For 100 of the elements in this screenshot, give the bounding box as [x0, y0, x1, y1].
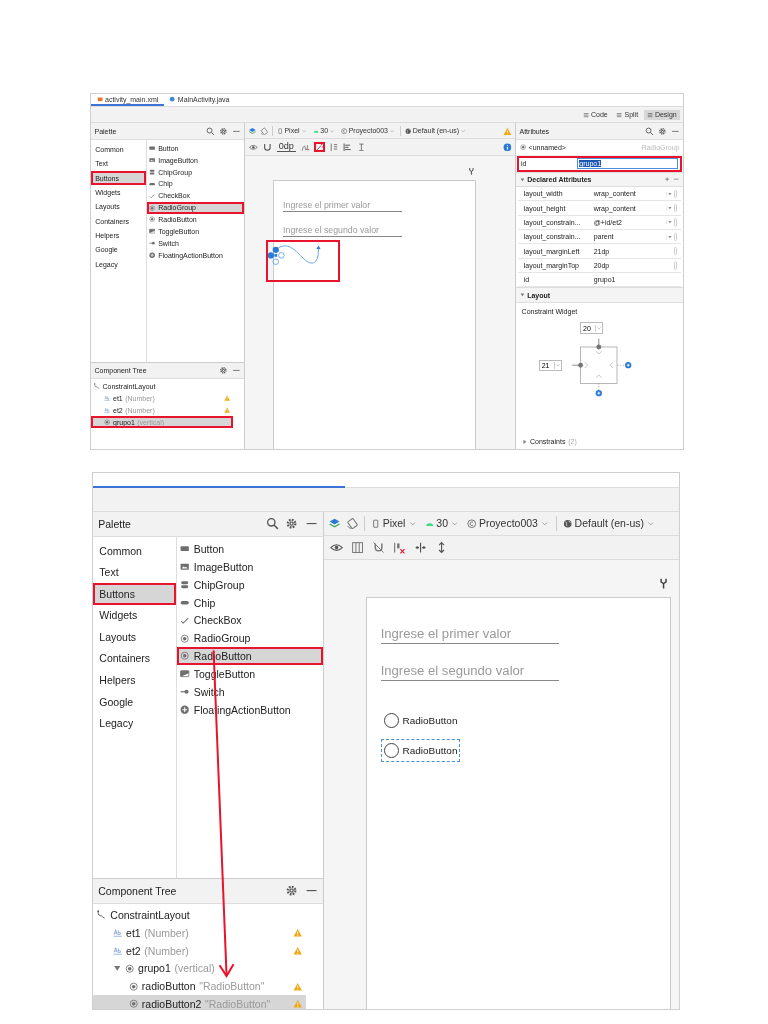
warning-icon [292, 928, 302, 938]
mode-icon [646, 111, 653, 118]
palette-category[interactable]: Helpers [93, 669, 176, 691]
palette-category[interactable]: Legacy [93, 712, 176, 734]
text-field[interactable]: Ingrese el segundo valor [380, 663, 560, 682]
warning-icon [292, 981, 302, 992]
theme-icon [467, 518, 477, 529]
caret-icon [595, 324, 603, 332]
mode-icon [582, 111, 589, 118]
toolbar-button[interactable] [349, 539, 366, 556]
palette-category[interactable]: Common [93, 540, 176, 562]
warning-icon [223, 407, 230, 414]
columns-icon [350, 540, 364, 555]
palette-item[interactable]: Button [177, 540, 323, 558]
image-button-icon [180, 562, 190, 572]
palette-item[interactable]: Chip [177, 593, 323, 612]
tree-item[interactable]: grupo1 (vertical) [93, 959, 307, 978]
warning-icon [223, 395, 230, 402]
checkmark-icon [180, 615, 190, 626]
image-button-icon [149, 156, 156, 164]
radio-icon [128, 981, 139, 992]
help-icon[interactable] [503, 142, 513, 152]
locale-dropdown[interactable]: Default (en-us) [561, 517, 658, 530]
constraint-layout-icon [97, 910, 107, 920]
device-dropdown[interactable]: Pixel [369, 517, 419, 530]
magnet-icon [262, 142, 272, 152]
palette-category[interactable]: Layouts [93, 626, 176, 648]
settings-icon[interactable] [657, 126, 667, 136]
mode-icon [616, 111, 623, 118]
chip-icon [149, 180, 156, 188]
toolbar-button[interactable] [341, 141, 353, 153]
dropdown-icon[interactable] [665, 219, 672, 226]
warning-icon [292, 945, 302, 956]
radio-icon [104, 419, 111, 426]
tree-item[interactable]: radioButton2 "RadioButton" [93, 995, 307, 1009]
guidelines-icon [328, 142, 338, 152]
rotate-icon[interactable] [346, 516, 360, 530]
palette-category[interactable]: Containers [93, 647, 176, 670]
settings-icon[interactable] [218, 366, 228, 375]
checkmark-icon [149, 192, 156, 199]
palette-item[interactable]: RadioGroup [177, 629, 323, 648]
palette-category[interactable]: Buttons [93, 583, 176, 605]
panel-title: Component Tree [98, 884, 178, 897]
radio-icon [128, 999, 139, 1009]
palette-category[interactable]: Google [93, 690, 176, 713]
search-icon[interactable] [205, 126, 215, 136]
dropdown-icon[interactable] [665, 190, 672, 197]
switch-icon [149, 240, 156, 247]
dropdown-icon[interactable] [665, 233, 672, 240]
search-icon[interactable] [265, 517, 279, 531]
expand-triangle-icon [112, 964, 122, 973]
chip-group-icon [149, 168, 156, 176]
caret-icon [301, 127, 308, 135]
tree-item[interactable]: et1 (Number) [93, 923, 307, 942]
settings-icon[interactable] [285, 517, 299, 531]
palette-item[interactable]: ImageButton [177, 558, 323, 576]
eye-icon [248, 142, 258, 152]
caret-icon [554, 362, 561, 369]
text-field[interactable]: Ingrese el primer valor [283, 199, 403, 212]
expand-triangle-icon [519, 176, 525, 183]
toolbar-button[interactable] [313, 141, 325, 153]
palette-item[interactable]: ChipGroup [177, 575, 323, 594]
magnet-off-icon [371, 540, 385, 555]
default-margin-button[interactable]: 0dp [275, 140, 297, 154]
plus-circle-icon [149, 252, 156, 259]
switch-icon [180, 687, 190, 697]
palette-category[interactable]: Widgets [93, 604, 176, 627]
constraint-widget-drawing [571, 338, 632, 397]
settings-icon[interactable] [218, 126, 228, 136]
text-field-icon [104, 407, 111, 414]
search-icon[interactable] [644, 126, 654, 136]
xml-file-icon [96, 96, 103, 103]
settings-icon[interactable] [285, 884, 299, 898]
palette-item[interactable]: CheckBox [177, 611, 323, 630]
dropdown-icon[interactable] [665, 204, 672, 212]
toolbar-button[interactable] [261, 141, 273, 153]
radio-button[interactable]: RadioButton [380, 738, 461, 762]
chip-group-icon [180, 580, 190, 590]
align-icon [342, 142, 352, 152]
button-icon [180, 544, 190, 554]
add-icon[interactable] [664, 176, 671, 183]
expand-triangle-icon [519, 292, 525, 298]
text-field[interactable]: Ingrese el segundo valor [283, 225, 403, 238]
wrench-icon[interactable] [467, 166, 476, 176]
radio-button[interactable]: RadioButton [380, 709, 461, 733]
layers-icon[interactable] [247, 126, 257, 136]
radio-group-drag-drawing [268, 245, 321, 265]
api-dropdown[interactable]: 30 [423, 517, 462, 530]
palette-category[interactable]: Text [93, 561, 176, 584]
rotate-icon[interactable] [259, 126, 269, 136]
text-field[interactable]: Ingrese el primer valor [380, 625, 560, 644]
tree-item[interactable]: radioButton "RadioButton" [93, 977, 307, 996]
tree-item[interactable]: et2 (Number) [93, 941, 307, 960]
theme-dropdown[interactable]: Proyecto003 [465, 517, 551, 530]
tree-item[interactable]: ConstraintLayout [93, 906, 307, 924]
text-field-icon [104, 395, 111, 402]
toggle-button-icon [180, 669, 190, 679]
phone-icon [371, 518, 381, 529]
caret-icon [329, 127, 336, 135]
layers-icon[interactable] [328, 516, 342, 530]
